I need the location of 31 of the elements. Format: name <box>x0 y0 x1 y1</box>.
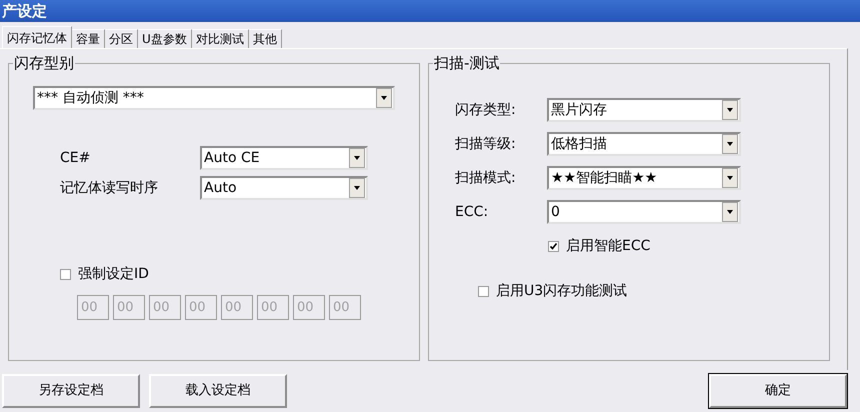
dropdown-field[interactable]: Auto CE <box>200 146 368 170</box>
action-button[interactable]: 载入设定档 <box>149 374 287 408</box>
checkbox[interactable] <box>478 286 489 297</box>
checkbox-label: 强制设定ID <box>78 265 149 284</box>
field-label: ECC: <box>455 202 490 222</box>
dropdown-field[interactable]: Auto <box>200 176 368 200</box>
tab[interactable]: 容量 <box>72 29 105 48</box>
checkbox-label: 启用U3闪存功能测试 <box>496 282 628 301</box>
tab[interactable]: 分区 <box>105 29 138 48</box>
dropdown-field[interactable]: *** 自动侦测 *** <box>33 86 395 110</box>
tab[interactable]: U盘参数 <box>138 29 192 48</box>
field-label: 扫描模式: <box>455 168 517 188</box>
field-label: CE# <box>60 148 92 168</box>
action-button[interactable]: 另存设定档 <box>2 374 140 408</box>
checkbox-label: 启用智能ECC <box>566 237 650 256</box>
checkbox[interactable] <box>60 269 71 280</box>
dropdown-field[interactable]: 黑片闪存 <box>547 98 741 122</box>
tab[interactable]: 其他 <box>248 29 282 48</box>
field-label: 记忆体读写时序 <box>60 178 159 198</box>
tab[interactable]: 对比测试 <box>192 29 249 48</box>
action-button[interactable]: 确定 <box>709 374 847 408</box>
dropdown-field[interactable]: 低格扫描 <box>547 132 741 156</box>
tab[interactable]: 闪存记忆体 <box>2 26 72 48</box>
field-label: 扫描等级: <box>455 134 517 154</box>
checkbox[interactable] <box>548 241 559 252</box>
window-title: 产设定 <box>1 0 47 22</box>
group-title: 扫描-测试 <box>433 54 500 72</box>
dropdown-field[interactable]: 0 <box>547 200 741 224</box>
field-label: 闪存类型: <box>455 100 517 120</box>
dropdown-field[interactable]: ★★智能扫瞄★★ <box>547 166 741 190</box>
group-title: 闪存型别 <box>13 54 75 72</box>
